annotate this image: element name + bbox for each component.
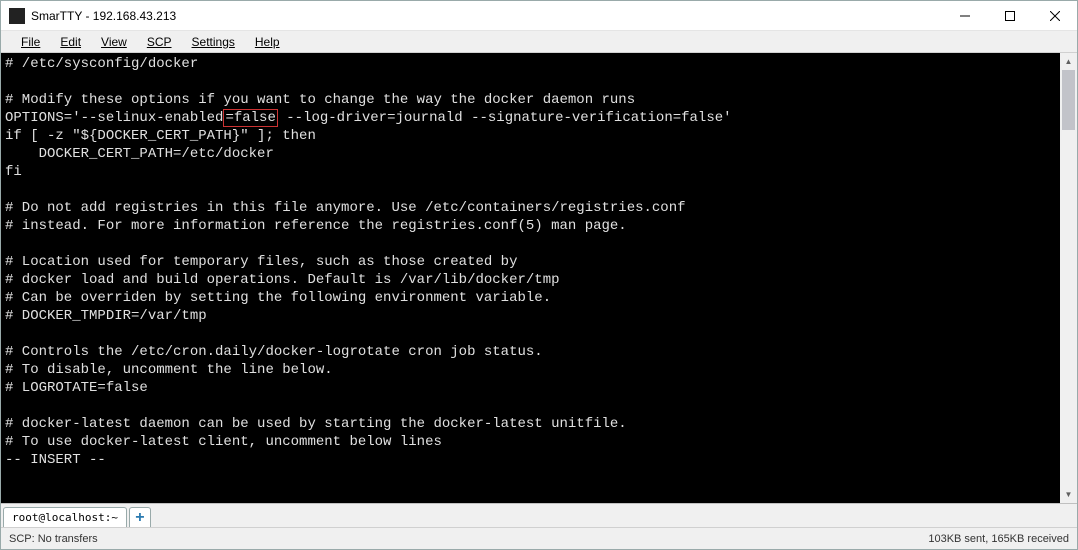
terminal-container: # /etc/sysconfig/docker # Modify these o…	[1, 53, 1077, 503]
add-tab-button[interactable]: +	[129, 507, 151, 527]
menu-scp[interactable]: SCP	[139, 33, 180, 51]
title-bar: SmarTTY - 192.168.43.213	[1, 1, 1077, 31]
tab-bar: root@localhost:~ +	[1, 503, 1077, 527]
vertical-scrollbar[interactable]: ▲ ▼	[1060, 53, 1077, 503]
highlighted-text: =false	[223, 109, 277, 127]
app-icon	[9, 8, 25, 24]
window-title: SmarTTY - 192.168.43.213	[31, 9, 942, 23]
tab-label: root@localhost:~	[12, 511, 118, 524]
minimize-button[interactable]	[942, 1, 987, 31]
menu-edit[interactable]: Edit	[52, 33, 89, 51]
menu-view[interactable]: View	[93, 33, 135, 51]
maximize-button[interactable]	[987, 1, 1032, 31]
window-controls	[942, 1, 1077, 31]
plus-icon: +	[135, 509, 144, 527]
scrollbar-thumb[interactable]	[1062, 70, 1075, 130]
menu-help[interactable]: Help	[247, 33, 288, 51]
scrollbar-track[interactable]	[1060, 70, 1077, 486]
terminal[interactable]: # /etc/sysconfig/docker # Modify these o…	[1, 53, 1060, 503]
status-right: 103KB sent, 165KB received	[928, 533, 1069, 545]
tab-session[interactable]: root@localhost:~	[3, 507, 127, 527]
status-left: SCP: No transfers	[9, 533, 98, 545]
menu-file[interactable]: File	[13, 33, 48, 51]
menu-bar: File Edit View SCP Settings Help	[1, 31, 1077, 53]
scrollbar-up-button[interactable]: ▲	[1060, 53, 1077, 70]
close-button[interactable]	[1032, 1, 1077, 31]
menu-settings[interactable]: Settings	[184, 33, 243, 51]
scrollbar-down-button[interactable]: ▼	[1060, 486, 1077, 503]
status-bar: SCP: No transfers 103KB sent, 165KB rece…	[1, 527, 1077, 549]
